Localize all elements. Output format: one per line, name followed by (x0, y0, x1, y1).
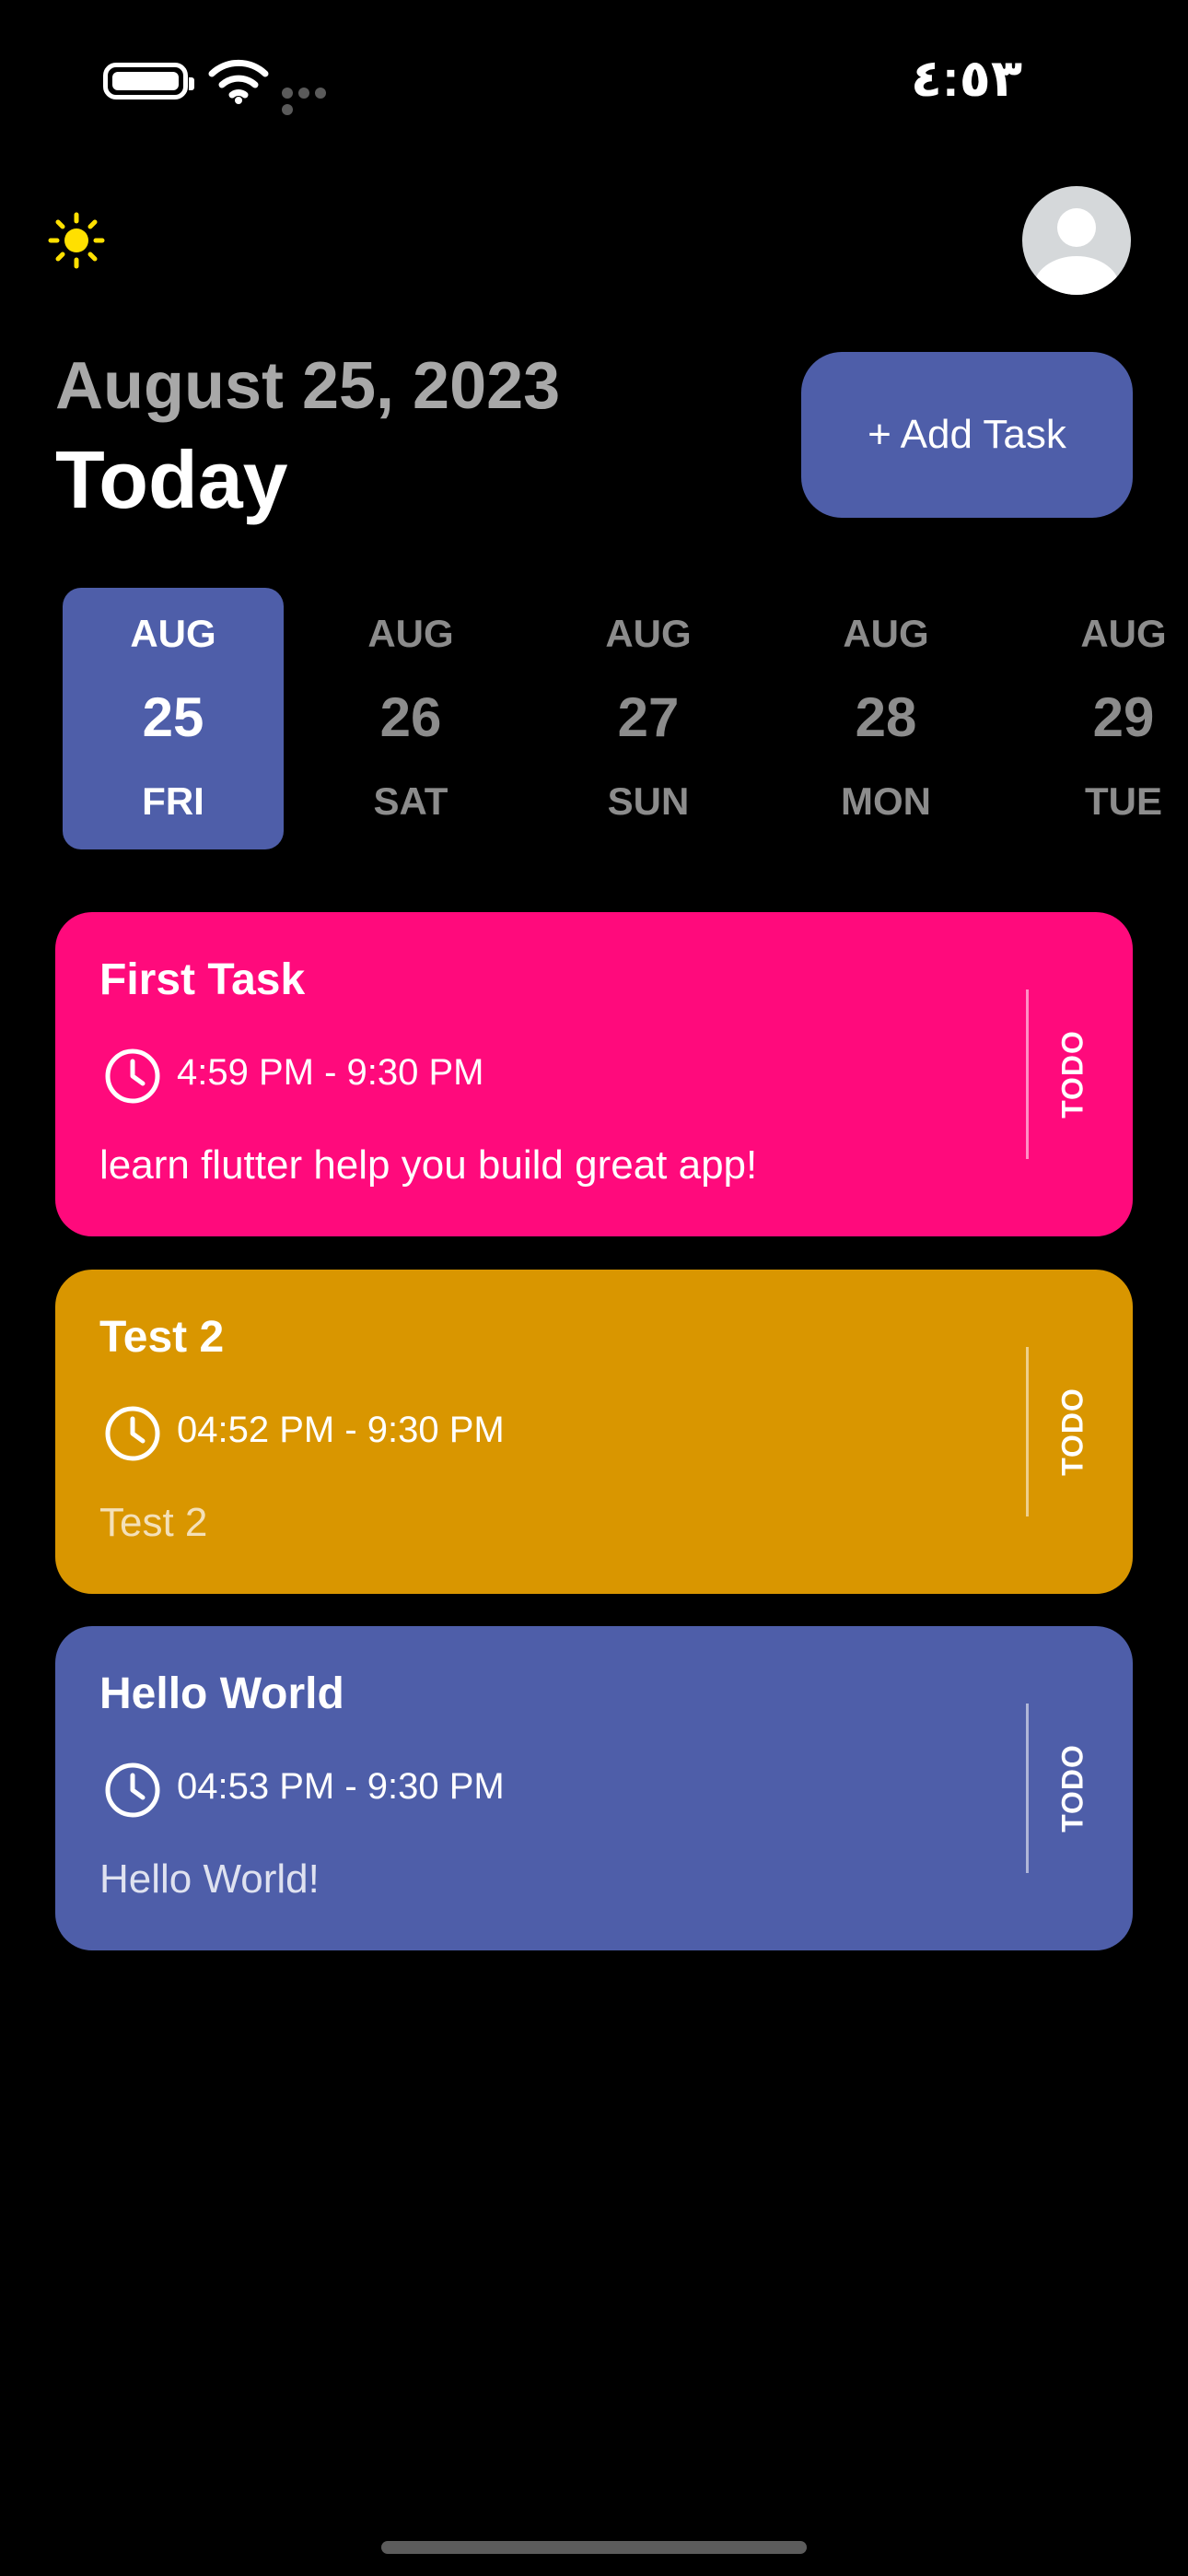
date-chip[interactable]: AUG 29 TUE (1013, 588, 1188, 849)
clock-icon (105, 1762, 160, 1818)
sun-icon[interactable] (48, 212, 105, 269)
page-title: Today (55, 434, 288, 525)
task-card[interactable]: Test 2 04:52 PM - 9:30 PM Test 2 TODO (55, 1270, 1133, 1594)
status-badge: TODO (1041, 989, 1105, 1159)
date-chip-weekday: TUE (1085, 779, 1162, 823)
divider (1026, 1347, 1029, 1516)
task-description: Hello World! (99, 1856, 320, 1902)
date-chip-day: 26 (379, 686, 442, 748)
current-date: August 25, 2023 (55, 349, 561, 423)
status-bar: ٤:٥٣ (0, 0, 1188, 157)
wifi-icon (208, 59, 269, 104)
date-picker-strip[interactable]: AUG 25 FRI AUG 26 SAT AUG 27 SUN AUG 28 … (0, 588, 1188, 849)
date-chip[interactable]: AUG 27 SUN (538, 588, 759, 849)
date-chip-month: AUG (605, 612, 692, 655)
task-status-label: TODO (1055, 1744, 1089, 1832)
task-description: Test 2 (99, 1500, 208, 1545)
clock-icon (105, 1048, 160, 1104)
add-task-button[interactable]: + Add Task (801, 352, 1133, 518)
status-time: ٤:٥٣ (910, 49, 1022, 107)
task-title: First Task (99, 955, 306, 1004)
task-status-label: TODO (1055, 1388, 1089, 1476)
task-time: 04:53 PM - 9:30 PM (177, 1766, 505, 1807)
task-card[interactable]: Hello World 04:53 PM - 9:30 PM Hello Wor… (55, 1626, 1133, 1950)
task-time: 4:59 PM - 9:30 PM (177, 1052, 484, 1093)
date-chip-day: 29 (1092, 686, 1155, 748)
status-badge: TODO (1041, 1347, 1105, 1516)
task-status-label: TODO (1055, 1030, 1089, 1118)
date-chip-month: AUG (367, 612, 454, 655)
date-chip-weekday: MON (841, 779, 931, 823)
date-chip-day: 27 (617, 686, 680, 748)
status-badge: TODO (1041, 1704, 1105, 1873)
date-chip-weekday: FRI (142, 779, 204, 823)
date-chip-month: AUG (843, 612, 929, 655)
task-title: Test 2 (99, 1313, 225, 1362)
task-time: 04:52 PM - 9:30 PM (177, 1410, 505, 1450)
date-chip-day: 25 (142, 686, 204, 748)
date-chip-day: 28 (855, 686, 917, 748)
date-chip[interactable]: AUG 25 FRI (63, 588, 284, 849)
home-indicator[interactable] (381, 2541, 807, 2554)
date-chip[interactable]: AUG 26 SAT (300, 588, 521, 849)
date-chip-month: AUG (1080, 612, 1167, 655)
task-card[interactable]: First Task 4:59 PM - 9:30 PM learn flutt… (55, 912, 1133, 1236)
cellular-signal-icon (282, 87, 346, 115)
divider (1026, 1704, 1029, 1873)
task-description: learn flutter help you build great app! (99, 1142, 758, 1188)
battery-icon (103, 63, 194, 100)
date-chip-weekday: SUN (607, 779, 690, 823)
divider (1026, 989, 1029, 1159)
date-chip-month: AUG (130, 612, 216, 655)
date-chip-weekday: SAT (373, 779, 448, 823)
date-chip[interactable]: AUG 28 MON (775, 588, 996, 849)
task-title: Hello World (99, 1669, 344, 1718)
user-avatar-icon (1057, 208, 1096, 247)
avatar[interactable] (1022, 186, 1131, 295)
clock-icon (105, 1406, 160, 1461)
